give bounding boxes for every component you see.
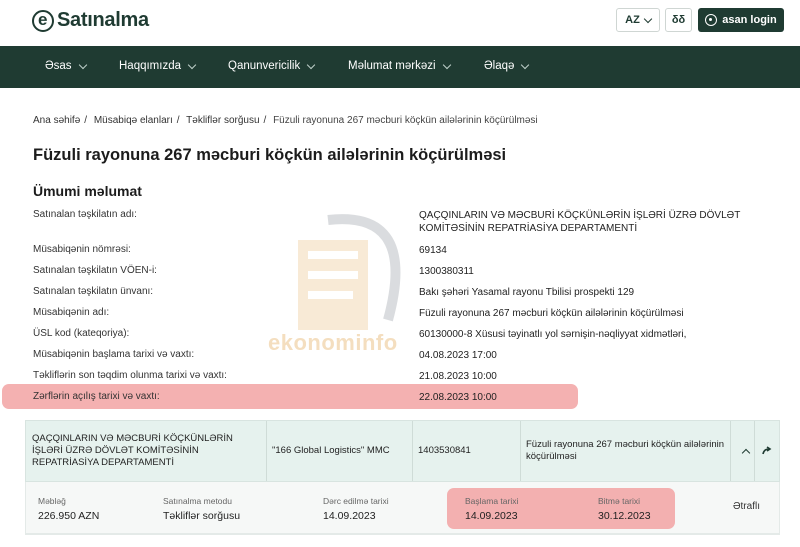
divider: [754, 421, 755, 481]
logo[interactable]: Satınalma: [32, 9, 149, 32]
table-cell-voen: 1403530841: [418, 445, 471, 456]
chevron-down-icon: [643, 14, 653, 23]
language-label: AZ: [625, 14, 640, 26]
info-value: Füzuli rayonuna 267 məcburi köçkün ailəl…: [419, 308, 684, 319]
table-row[interactable]: QAÇQINLARIN VƏ MƏCBURİ KÖÇKÜNLƏRİN İŞLƏR…: [25, 420, 780, 482]
nav-item-elaqe[interactable]: Əlaqə: [484, 60, 530, 72]
chevron-down-icon: [187, 60, 197, 69]
table-row-next: [25, 534, 780, 547]
method-value: Təkliflər sorğusu: [163, 510, 241, 522]
table-cell-winner: "166 Global Logistics" MMC: [272, 445, 390, 456]
info-value: 69134: [419, 245, 447, 256]
section-title: Ümumi məlumat: [33, 183, 142, 199]
info-label: Satınalan təşkilatın VÖEN-i:: [33, 265, 157, 276]
info-value: 1300380311: [419, 266, 474, 277]
chevron-down-icon: [442, 60, 451, 69]
nav-item-esas[interactable]: Əsas: [45, 60, 87, 72]
divider: [412, 421, 413, 481]
accessibility-button[interactable]: δδ: [665, 8, 692, 32]
asan-icon: [705, 14, 718, 26]
chevron-down-icon: [78, 60, 87, 69]
divider: [520, 421, 521, 481]
chevron-up-icon: [741, 448, 751, 458]
nav-item-qanunvericilik[interactable]: Qanunvericilik: [228, 60, 316, 72]
asan-login-button[interactable]: asan login: [698, 8, 784, 32]
info-value: QAÇQINLARIN VƏ MƏCBURİ KÖÇKÜNLƏRİN İŞLƏR…: [419, 210, 741, 234]
share-arrow-icon: [762, 446, 772, 455]
table-cell-organization: QAÇQINLARIN VƏ MƏCBURİ KÖÇKÜNLƏRİN İŞLƏR…: [32, 433, 233, 468]
chevron-down-icon: [306, 60, 316, 69]
breadcrumb-requests[interactable]: Təkliflər sorğusu: [186, 115, 259, 126]
logo-text: Satınalma: [57, 9, 149, 31]
start-label: Başlama tarixi: [465, 496, 519, 506]
info-label: ÜSL kod (kateqoriya):: [33, 328, 130, 339]
nav-item-melumat-merkezi[interactable]: Məlumat mərkəzi: [348, 60, 451, 72]
accessibility-icon: δδ: [671, 14, 686, 26]
nav-item-label: Məlumat mərkəzi: [348, 60, 436, 72]
info-label: Müsabiqənin adı:: [33, 307, 110, 318]
nav-item-label: Əlaqə: [484, 60, 515, 72]
breadcrumb-home[interactable]: Ana səhifə: [33, 115, 80, 126]
info-value: Bakı şəhəri Yasamal rayonu Tbilisi prosp…: [419, 287, 635, 298]
nav-item-haqqimizda[interactable]: Haqqımızda: [119, 60, 197, 72]
end-value: 30.12.2023: [598, 510, 651, 522]
divider: [266, 421, 267, 481]
watermark-logo: [298, 214, 401, 330]
chevron-down-icon: [521, 60, 530, 69]
details-link[interactable]: Ətraflı: [733, 501, 760, 512]
breadcrumb: Ana səhifə / Müsabiqə elanları / Təkliflər…: [33, 115, 538, 126]
info-label: Müsabiqənin nömrəsi:: [33, 244, 131, 255]
info-value: 22.08.2023 10:00: [419, 392, 497, 403]
main-navigation: Əsas Haqqımızda Qanunvericilik Məlumat m…: [0, 46, 800, 88]
start-value: 14.09.2023: [465, 510, 518, 522]
published-value: 14.09.2023: [323, 510, 376, 522]
info-label: Təkliflərin son təqdim olunma tarixi və …: [33, 370, 227, 381]
watermark-text: ekonominfo: [268, 330, 398, 355]
breadcrumb-tenders[interactable]: Müsabiqə elanları: [94, 115, 173, 126]
published-label: Dərc edilmə tarixi: [323, 496, 389, 506]
info-label: Müsabiqənin başlama tarixi və vaxtı:: [33, 349, 195, 360]
amount-value: 226.950 AZN: [38, 510, 100, 522]
breadcrumb-current: Füzuli rayonuna 267 məcburi köçkün ailəl…: [273, 115, 538, 126]
info-label: Satınalan təşkilatın ünvanı:: [33, 286, 154, 297]
info-label: Satınalan təşkilatın adı:: [33, 209, 137, 220]
end-label: Bitmə tarixi: [598, 496, 641, 506]
divider: [730, 421, 731, 481]
info-value: 21.08.2023 10:00: [419, 371, 497, 382]
info-label: Zərflərin açılış tarixi və vaxtı:: [33, 391, 160, 402]
info-value: 60130000-8 Xüsusi təyinatlı yol sərnişin…: [419, 329, 687, 340]
collapse-toggle[interactable]: [738, 421, 754, 481]
share-button[interactable]: [758, 421, 776, 481]
nav-item-label: Haqqımızda: [119, 60, 182, 72]
page-title: Füzuli rayonuna 267 məcburi köçkün ailəl…: [33, 146, 507, 164]
method-label: Satınalma metodu: [163, 496, 232, 506]
highlight-contract-dates: [447, 488, 675, 529]
logo-icon: [32, 9, 54, 32]
language-select[interactable]: AZ: [616, 8, 660, 32]
nav-item-label: Əsas: [45, 60, 72, 72]
table-cell-subject: Füzuli rayonuna 267 məcburi köçkün ailəl…: [526, 439, 725, 462]
asan-login-label: asan login: [722, 14, 777, 26]
nav-item-label: Qanunvericilik: [228, 60, 301, 72]
info-value: 04.08.2023 17:00: [419, 350, 497, 361]
top-header: Satınalma AZ δδ asan login: [0, 0, 800, 46]
amount-label: Məbləğ: [38, 496, 66, 506]
